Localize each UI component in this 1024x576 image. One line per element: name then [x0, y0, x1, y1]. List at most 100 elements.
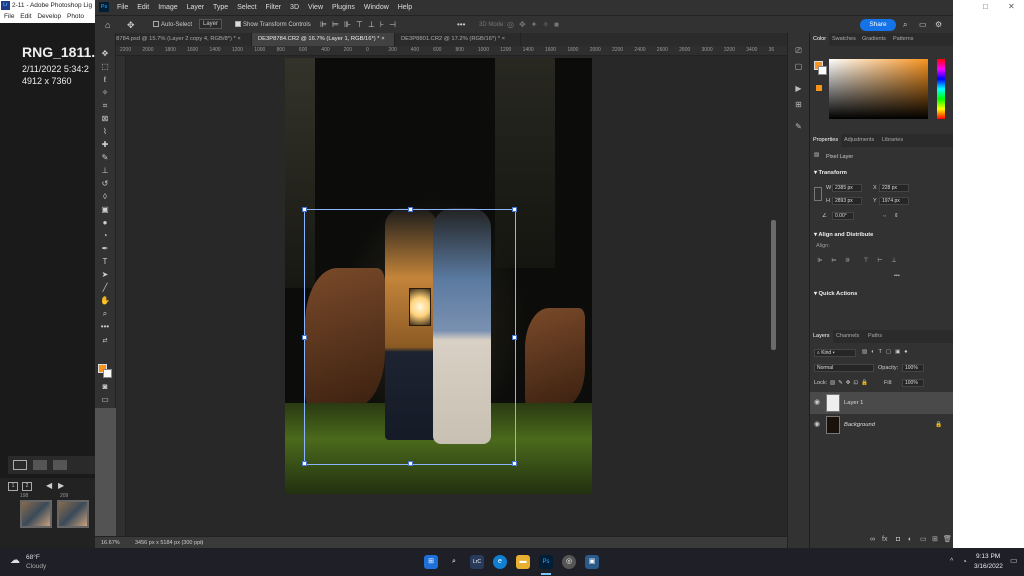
- vertical-scrollbar[interactable]: [771, 220, 776, 350]
- align-center-h-icon[interactable]: ⊨: [830, 257, 838, 265]
- menu-file[interactable]: File: [117, 4, 128, 11]
- notification-icon[interactable]: ▭: [1010, 556, 1018, 565]
- tab-doc-2[interactable]: DE3P8784.CR2 @ 16.7% (Layer 1, RGB/16*) …: [252, 33, 395, 46]
- adjustment-layer-icon[interactable]: ◐: [908, 533, 912, 547]
- stamp-tool-icon[interactable]: ⊥: [99, 165, 111, 176]
- brush-panel-icon[interactable]: ✎: [793, 121, 804, 132]
- line-tool-icon[interactable]: ╱: [99, 282, 111, 293]
- gradient-tool-icon[interactable]: ▣: [99, 204, 111, 215]
- menu-help[interactable]: Help: [398, 4, 412, 11]
- filmstrip-page-1[interactable]: 1: [8, 482, 18, 491]
- link-icon[interactable]: [814, 187, 822, 201]
- screen-mode-icon[interactable]: ▭: [99, 394, 111, 405]
- y-field[interactable]: 1974 px: [879, 197, 909, 205]
- transform-handle[interactable]: [408, 461, 413, 466]
- system-tray-chevron-icon[interactable]: ^: [950, 558, 953, 565]
- transform-bounding-box[interactable]: [302, 207, 517, 466]
- new-layer-icon[interactable]: ⊞: [932, 533, 938, 547]
- flip-vertical-icon[interactable]: ⇕: [894, 213, 899, 219]
- weather-icon[interactable]: ☁: [10, 555, 20, 566]
- compare-view-icon[interactable]: [33, 460, 47, 470]
- tab-adjustments[interactable]: Adjustments: [844, 134, 874, 147]
- healing-brush-icon[interactable]: ✚: [99, 139, 111, 150]
- align-header[interactable]: ▾ Align and Distribute: [814, 232, 873, 238]
- comments-panel-icon[interactable]: ▢: [793, 61, 804, 72]
- hand-tool-icon[interactable]: ✋: [99, 295, 111, 306]
- share-button[interactable]: Share: [860, 19, 896, 31]
- more-tools-icon[interactable]: •••: [99, 321, 111, 332]
- align-right-icon[interactable]: ⊪: [844, 257, 852, 265]
- edge-icon[interactable]: e: [493, 555, 507, 569]
- filmstrip-page-2[interactable]: 2: [22, 482, 32, 491]
- transform-handle[interactable]: [408, 207, 413, 212]
- lr-menu-file[interactable]: File: [4, 13, 14, 20]
- filmstrip-next-icon[interactable]: ▶: [58, 481, 64, 490]
- magic-wand-icon[interactable]: ✧: [99, 87, 111, 98]
- tab-libraries[interactable]: Libraries: [882, 134, 903, 147]
- opacity-field[interactable]: 100%: [902, 364, 924, 372]
- 3d-mode-icons[interactable]: ◎✥✦✧■: [507, 16, 564, 34]
- blend-mode-dropdown[interactable]: Normal: [814, 364, 874, 372]
- tab-patterns[interactable]: Patterns: [893, 33, 913, 46]
- layer-row-layer-1[interactable]: ◉ Layer 1: [810, 392, 954, 414]
- start-icon[interactable]: ⊞: [424, 555, 438, 569]
- tab-channels[interactable]: Channels: [836, 330, 859, 343]
- menu-filter[interactable]: Filter: [266, 4, 282, 11]
- clock-time[interactable]: 9:13 PM: [976, 553, 1000, 560]
- marquee-tool-icon[interactable]: ⬚: [99, 61, 111, 72]
- actions-panel-icon[interactable]: ▶: [793, 83, 804, 94]
- background-color-swatch[interactable]: [103, 369, 112, 378]
- weather-temp[interactable]: 68°F: [26, 554, 40, 561]
- eyedropper-icon[interactable]: ⌇: [99, 126, 111, 137]
- move-tool-icon[interactable]: ✥: [127, 16, 135, 34]
- loupe-view-icon[interactable]: [13, 460, 27, 470]
- lr-menu-photo[interactable]: Photo: [67, 13, 84, 20]
- transform-handle[interactable]: [512, 461, 517, 466]
- lr-menu-edit[interactable]: Edit: [20, 13, 31, 20]
- gear-icon[interactable]: ⚙: [935, 16, 942, 34]
- transform-handle[interactable]: [512, 207, 517, 212]
- tab-color[interactable]: Color: [810, 33, 830, 46]
- filmstrip-prev-icon[interactable]: ◀: [46, 481, 52, 490]
- photoshop-taskbar-icon[interactable]: Ps: [539, 555, 553, 569]
- clock-date[interactable]: 3/16/2022: [974, 563, 1003, 570]
- more-options-icon[interactable]: •••: [457, 16, 465, 34]
- angle-field[interactable]: 0.00°: [832, 212, 854, 220]
- panel-bg-swatch[interactable]: [818, 66, 827, 75]
- eye-icon[interactable]: ◉: [814, 414, 820, 436]
- align-top-icon[interactable]: ⊤: [862, 257, 870, 265]
- move-tool-icon[interactable]: ✥: [99, 48, 111, 59]
- new-group-icon[interactable]: ▭: [920, 533, 927, 547]
- layer-filter-icons[interactable]: ▨◐T▢▣●: [862, 349, 912, 355]
- transform-header[interactable]: ▾ Transform: [814, 170, 847, 176]
- eye-icon[interactable]: ◉: [814, 392, 820, 414]
- hue-slider[interactable]: [937, 59, 945, 119]
- filmstrip-thumbnail[interactable]: [20, 500, 52, 528]
- gamut-swatch[interactable]: [816, 85, 822, 91]
- type-tool-icon[interactable]: T: [99, 256, 111, 267]
- tab-properties[interactable]: Properties: [810, 134, 842, 147]
- path-selection-icon[interactable]: ➤: [99, 269, 111, 280]
- crop-tool-icon[interactable]: ⌗: [99, 100, 111, 111]
- zoom-tool-icon[interactable]: ⌕: [99, 308, 111, 319]
- photos-icon[interactable]: ▣: [585, 555, 599, 569]
- menu-layer[interactable]: Layer: [187, 4, 205, 11]
- file-explorer-icon[interactable]: ▬: [516, 555, 530, 569]
- menu-image[interactable]: Image: [158, 4, 177, 11]
- flip-horizontal-icon[interactable]: ⇔: [882, 213, 888, 219]
- auto-select-checkbox[interactable]: [153, 21, 159, 28]
- eraser-icon[interactable]: ◊: [99, 191, 111, 202]
- layer-row-background[interactable]: ◉ Background 🔒: [810, 414, 954, 436]
- menu-window[interactable]: Window: [364, 4, 389, 11]
- align-more-icon[interactable]: •••: [894, 273, 900, 279]
- transform-handle[interactable]: [302, 461, 307, 466]
- auto-select-option[interactable]: Auto-Select: [153, 16, 192, 34]
- brush-tool-icon[interactable]: ✎: [99, 152, 111, 163]
- align-left-icon[interactable]: ⊫: [816, 257, 824, 265]
- fill-field[interactable]: 100%: [902, 379, 924, 387]
- pen-tool-icon[interactable]: ✒: [99, 243, 111, 254]
- trash-icon[interactable]: 🗑: [943, 533, 952, 547]
- menu-type[interactable]: Type: [213, 4, 228, 11]
- transform-handle[interactable]: [512, 335, 517, 340]
- network-icon[interactable]: ◔: [962, 557, 967, 566]
